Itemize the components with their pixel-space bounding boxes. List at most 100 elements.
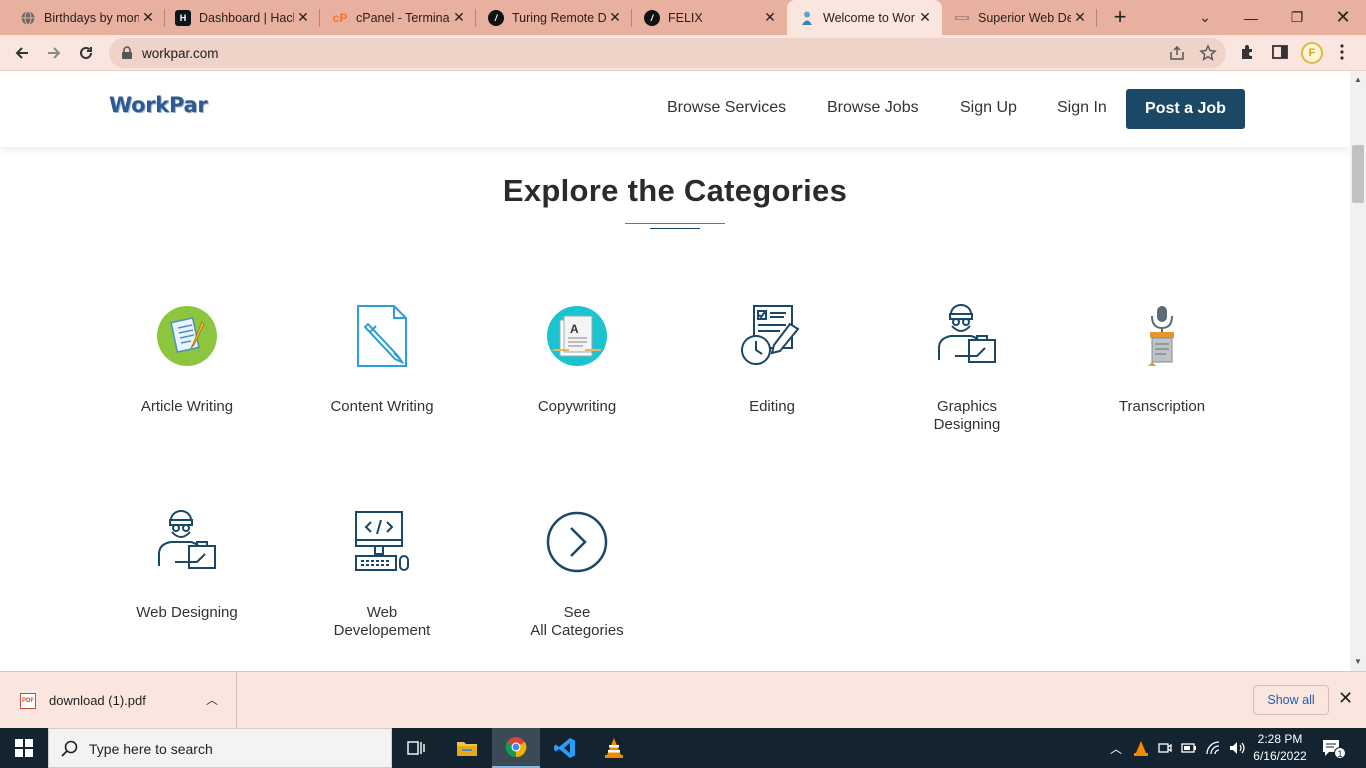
turing-icon: / bbox=[488, 9, 504, 26]
windows-logo-icon bbox=[15, 739, 33, 757]
site-icon bbox=[954, 10, 970, 26]
notifications-button[interactable]: 1 bbox=[1322, 739, 1346, 762]
nav-sign-in[interactable]: Sign In bbox=[1057, 99, 1107, 117]
cpanel-icon: cP bbox=[332, 10, 348, 25]
back-button[interactable] bbox=[10, 41, 34, 65]
globe-icon bbox=[20, 10, 36, 26]
share-icon[interactable] bbox=[1168, 44, 1186, 62]
category-label: Web Designing bbox=[136, 604, 238, 621]
reload-button[interactable] bbox=[74, 41, 98, 65]
close-icon[interactable]: ✕ bbox=[916, 9, 934, 26]
tab-title: Birthdays by mon bbox=[44, 10, 139, 25]
close-icon[interactable]: ✕ bbox=[139, 9, 157, 26]
meet-now-icon[interactable] bbox=[1158, 740, 1172, 756]
close-icon[interactable]: ✕ bbox=[450, 9, 468, 26]
extensions-icon[interactable] bbox=[1239, 43, 1257, 61]
restore-button[interactable]: ❐ bbox=[1274, 0, 1320, 35]
taskbar-vlc[interactable] bbox=[590, 728, 638, 768]
wifi-icon[interactable] bbox=[1205, 740, 1221, 756]
category-label: Content Writing bbox=[330, 398, 434, 415]
category-article-writing[interactable]: Article Writing bbox=[107, 304, 267, 416]
nav-browse-jobs[interactable]: Browse Jobs bbox=[827, 99, 919, 117]
taskbar-clock[interactable]: 2:28 PM 6/16/2022 bbox=[1246, 731, 1314, 765]
category-content-writing[interactable]: Content Writing bbox=[302, 304, 462, 416]
windows-taskbar: Type here to search ︿ 2:28 PM 6/16/2022 … bbox=[0, 728, 1366, 768]
forward-button[interactable] bbox=[42, 41, 66, 65]
category-editing[interactable]: Editing bbox=[692, 304, 852, 416]
arrow-left-icon bbox=[15, 47, 28, 59]
copywriting-icon: A bbox=[547, 306, 607, 366]
close-icon[interactable]: ✕ bbox=[1071, 9, 1089, 26]
category-copywriting[interactable]: A Copywriting bbox=[497, 304, 657, 416]
page-scrollbar[interactable]: ▲ ▼ bbox=[1350, 71, 1366, 671]
more-menu-icon[interactable] bbox=[1335, 43, 1349, 61]
new-tab-button[interactable]: + bbox=[1108, 5, 1132, 29]
vlc-tray-icon[interactable] bbox=[1134, 740, 1148, 756]
profile-avatar[interactable]: F bbox=[1301, 42, 1323, 64]
volume-icon[interactable] bbox=[1228, 740, 1246, 756]
taskbar-search-box[interactable]: Type here to search bbox=[48, 728, 392, 768]
start-button[interactable] bbox=[0, 728, 48, 768]
site-logo[interactable]: WorkPar bbox=[109, 93, 208, 117]
category-see-all[interactable]: See All Categories bbox=[497, 510, 657, 640]
content-writing-icon bbox=[357, 305, 407, 367]
chevron-up-icon[interactable]: ︿ bbox=[206, 691, 218, 708]
category-label: Transcription bbox=[1118, 398, 1206, 415]
close-icon[interactable]: ✕ bbox=[1338, 688, 1353, 709]
web-development-icon bbox=[355, 511, 409, 571]
taskbar-file-explorer[interactable] bbox=[443, 728, 491, 768]
taskbar-vscode[interactable] bbox=[541, 728, 589, 768]
scroll-up-arrow[interactable]: ▲ bbox=[1354, 75, 1362, 84]
show-all-downloads-button[interactable]: Show all bbox=[1253, 685, 1329, 715]
browser-tab-active[interactable]: Welcome to Wor ✕ bbox=[787, 0, 942, 35]
folder-icon bbox=[457, 742, 477, 756]
category-graphics-designing[interactable]: Graphics Designing bbox=[887, 304, 1047, 434]
category-web-designing[interactable]: Web Designing bbox=[107, 510, 267, 622]
window-close-button[interactable]: ✕ bbox=[1320, 0, 1366, 35]
browser-toolbar: workpar.com F bbox=[0, 35, 1366, 71]
taskbar-chrome[interactable] bbox=[492, 728, 540, 768]
download-item[interactable]: PDF download (1).pdf ︿ bbox=[0, 672, 237, 728]
tab-title: Turing Remote D bbox=[512, 10, 606, 25]
scrollbar-thumb[interactable] bbox=[1352, 145, 1364, 203]
star-icon[interactable] bbox=[1199, 44, 1217, 62]
article-writing-icon bbox=[157, 306, 217, 366]
graphics-designing-icon bbox=[938, 304, 996, 363]
browser-tab[interactable]: cP cPanel - Terminal ✕ bbox=[320, 0, 476, 35]
side-panel-icon[interactable] bbox=[1271, 43, 1289, 61]
browser-tab[interactable]: Superior Web De ✕ bbox=[942, 0, 1097, 35]
reload-icon bbox=[80, 46, 92, 59]
vlc-icon bbox=[605, 738, 623, 758]
category-label: Copywriting bbox=[537, 398, 617, 415]
minimize-button[interactable]: — bbox=[1228, 0, 1274, 35]
browser-tab[interactable]: Birthdays by mon ✕ bbox=[0, 0, 165, 35]
chevron-right-circle-icon bbox=[546, 511, 608, 573]
nav-sign-up[interactable]: Sign Up bbox=[960, 99, 1017, 117]
scroll-down-arrow[interactable]: ▼ bbox=[1354, 657, 1362, 666]
chevron-up-icon[interactable]: ︿ bbox=[1110, 740, 1122, 757]
tab-search-icon[interactable]: ⌄ bbox=[1182, 0, 1228, 35]
battery-icon[interactable] bbox=[1181, 742, 1197, 754]
close-icon[interactable]: ✕ bbox=[294, 9, 312, 26]
search-icon bbox=[61, 740, 78, 757]
address-bar[interactable]: workpar.com bbox=[109, 38, 1226, 68]
category-web-development[interactable]: Web Developement bbox=[302, 510, 462, 640]
url-text: workpar.com bbox=[142, 46, 219, 61]
browser-tab[interactable]: / FELIX ✕ bbox=[632, 0, 787, 35]
browser-tab[interactable]: / Turing Remote D ✕ bbox=[476, 0, 632, 35]
clock-date: 6/16/2022 bbox=[1253, 749, 1307, 763]
category-label: Editing bbox=[749, 398, 795, 415]
tab-title: Dashboard | Hack bbox=[199, 10, 294, 25]
task-view-button[interactable] bbox=[392, 728, 440, 768]
turing-icon: / bbox=[644, 9, 660, 26]
tab-title: FELIX bbox=[668, 10, 703, 25]
clock-time: 2:28 PM bbox=[1257, 732, 1303, 746]
category-transcription[interactable]: Transcription bbox=[1082, 304, 1242, 416]
browser-tab[interactable]: H Dashboard | Hack ✕ bbox=[165, 0, 320, 35]
post-a-job-button[interactable]: Post a Job bbox=[1126, 89, 1245, 129]
title-underline bbox=[625, 223, 725, 224]
close-icon[interactable]: ✕ bbox=[761, 9, 779, 26]
chrome-icon bbox=[505, 737, 527, 758]
close-icon[interactable]: ✕ bbox=[606, 9, 624, 26]
nav-browse-services[interactable]: Browse Services bbox=[667, 99, 786, 117]
